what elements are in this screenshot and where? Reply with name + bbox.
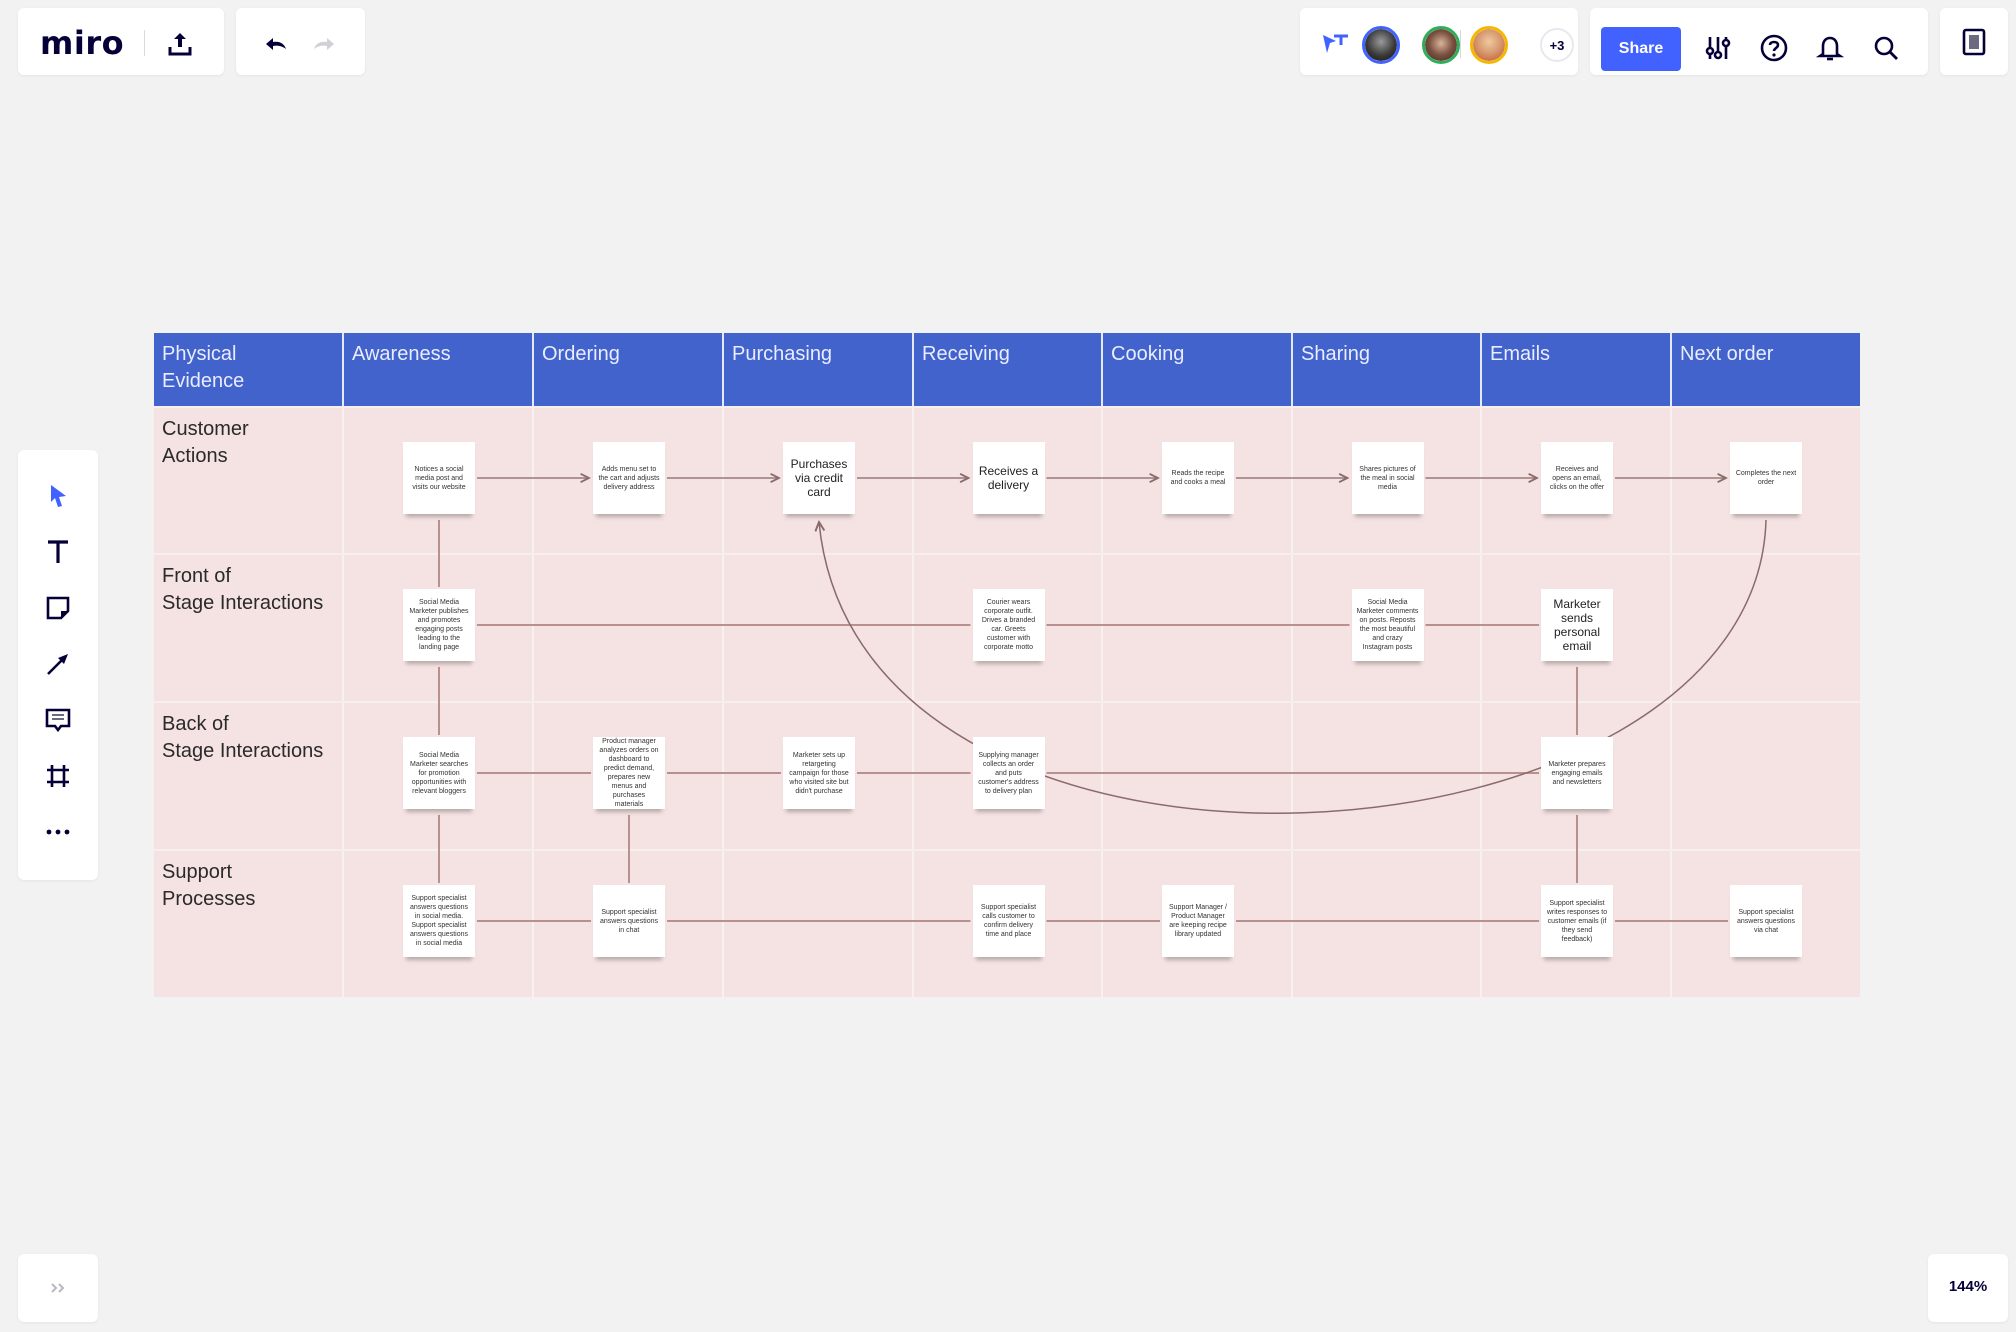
notes-panel (1940, 8, 2008, 75)
sticky-note[interactable]: Marketer prepares engaging emails and ne… (1541, 737, 1613, 809)
column-header[interactable]: Receiving (914, 333, 1103, 406)
sticky-note[interactable]: Support specialist answers questions in … (403, 885, 475, 957)
sticky-note[interactable]: Social Media Marketer publishes and prom… (403, 589, 475, 661)
history-panel (236, 8, 365, 75)
expand-panel (18, 1254, 98, 1322)
zoom-panel: 144% (1928, 1254, 2008, 1322)
divider (1460, 30, 1461, 58)
sticky-note[interactable]: Notices a social media post and visits o… (403, 442, 475, 514)
sticky-note[interactable]: Receives and opens an email, clicks on t… (1541, 442, 1613, 514)
help-icon[interactable] (1756, 30, 1792, 66)
header-row: Physical Evidence Awareness Ordering Purcha… (154, 333, 1860, 406)
lane-label-cell[interactable]: Front of Stage Interactions (154, 555, 344, 701)
lane-cell[interactable] (1293, 851, 1482, 997)
sticky-note[interactable]: Adds menu set to the cart and adjusts de… (593, 442, 665, 514)
column-header[interactable]: Awareness (344, 333, 534, 406)
column-header[interactable]: Next order (1672, 333, 1860, 406)
sticky-note[interactable]: Product manager analyzes orders on dashb… (593, 737, 665, 809)
lane-label: Support Processes (162, 861, 256, 910)
avatar-photo (1425, 29, 1457, 61)
lane-cell[interactable] (1672, 555, 1860, 701)
zoom-level[interactable]: 144% (1928, 1278, 2008, 1295)
select-icon[interactable] (36, 474, 80, 518)
sticky-note[interactable]: Support specialist writes responses to c… (1541, 885, 1613, 957)
board-tools-panel: Share (1590, 8, 1928, 75)
creation-toolbar (18, 450, 98, 880)
divider (144, 30, 145, 56)
sticky-note[interactable]: Support specialist answers questions in … (593, 885, 665, 957)
sticky-note[interactable]: Support specialist calls customer to con… (972, 885, 1045, 957)
column-header[interactable]: Purchasing (724, 333, 914, 406)
lane-cell[interactable] (1293, 703, 1482, 849)
sticky-note[interactable]: Courier wears corporate outfit. Drives a… (972, 589, 1045, 661)
lane-cell[interactable] (724, 851, 914, 997)
lane-cell[interactable] (1103, 555, 1293, 701)
column-header[interactable]: Sharing (1293, 333, 1482, 406)
column-header[interactable]: Ordering (534, 333, 724, 406)
lane-label: Front of Stage Interactions (162, 565, 324, 614)
upload-icon[interactable] (162, 26, 198, 62)
brand-panel: miro (18, 8, 224, 75)
sticky-note[interactable]: Purchases via credit card (783, 442, 855, 514)
comment-icon[interactable] (36, 698, 80, 742)
column-header[interactable]: Cooking (1103, 333, 1293, 406)
expand-chevrons-icon[interactable] (42, 1274, 74, 1302)
avatar[interactable] (1422, 26, 1460, 64)
sticky-note[interactable]: Shares pictures of the meal in social me… (1351, 442, 1424, 514)
notes-panel-icon[interactable] (1956, 24, 1992, 60)
collaborator-cursor-icon[interactable] (1318, 28, 1354, 62)
settings-sliders-icon[interactable] (1700, 30, 1736, 66)
redo-icon[interactable] (306, 26, 342, 62)
avatar-photo (1365, 29, 1397, 61)
lane-label: Customer Actions (162, 418, 249, 467)
column-header[interactable]: Emails (1482, 333, 1672, 406)
text-icon[interactable] (36, 530, 80, 574)
column-header-physical-evidence[interactable]: Physical Evidence (154, 333, 344, 406)
undo-icon[interactable] (258, 26, 294, 62)
sticky-note[interactable]: Support Manager / Product Manager are ke… (1162, 885, 1234, 957)
sticky-note[interactable]: Marketer sets up retargeting campaign fo… (783, 737, 855, 809)
lane-label-cell[interactable]: Back of Stage Interactions (154, 703, 344, 849)
lane-cell[interactable] (534, 555, 724, 701)
lane-cell[interactable] (1103, 703, 1293, 849)
avatar[interactable] (1470, 26, 1508, 64)
frame-icon[interactable] (36, 754, 80, 798)
sticky-note[interactable]: Social Media Marketer comments on posts.… (1351, 589, 1424, 661)
sticky-note[interactable]: Support specialist answers questions via… (1730, 885, 1802, 957)
sticky-note-icon[interactable] (36, 586, 80, 630)
arrow-line-icon[interactable] (36, 642, 80, 686)
more-icon[interactable] (36, 810, 80, 854)
collaborators-panel: +3 (1300, 8, 1578, 75)
lane-cell[interactable] (724, 555, 914, 701)
sticky-note[interactable]: Reads the recipe and cooks a meal (1162, 442, 1234, 514)
lane-label: Back of Stage Interactions (162, 713, 324, 762)
share-button[interactable]: Share (1601, 27, 1681, 71)
more-collaborators-badge[interactable]: +3 (1540, 28, 1574, 62)
avatar[interactable] (1362, 26, 1400, 64)
lane-label-cell[interactable]: Customer Actions (154, 408, 344, 554)
search-icon[interactable] (1868, 30, 1904, 66)
sticky-note[interactable]: Social Media Marketer searches for promo… (403, 737, 475, 809)
avatar-photo (1473, 29, 1505, 61)
lane-label-cell[interactable]: Support Processes (154, 851, 344, 997)
miro-logo[interactable]: miro (40, 24, 124, 62)
lane-cell[interactable] (1672, 703, 1860, 849)
sticky-note[interactable]: Marketer sends personal email (1541, 589, 1613, 661)
bell-icon[interactable] (1812, 30, 1848, 66)
sticky-note[interactable]: Receives a delivery (972, 442, 1045, 514)
sticky-note[interactable]: Completes the next order (1730, 442, 1802, 514)
sticky-note[interactable]: Supplying manager collects an order and … (972, 737, 1045, 809)
